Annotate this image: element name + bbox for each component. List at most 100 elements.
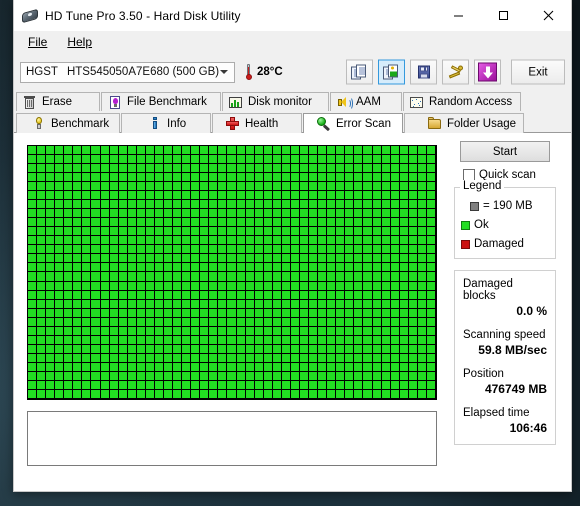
maximize-button[interactable] (481, 0, 526, 31)
menu-help[interactable]: Help (57, 33, 102, 51)
scan-block (163, 173, 174, 183)
scan-block (327, 290, 337, 300)
tab-aam[interactable]: AAM (330, 92, 402, 111)
scan-block (28, 299, 38, 309)
scan-block (82, 281, 92, 291)
scan-block (28, 200, 38, 210)
scan-block (82, 344, 92, 354)
scan-block (46, 371, 56, 381)
tab-erase[interactable]: Erase (16, 92, 100, 111)
scan-block (46, 173, 56, 183)
scan-block (145, 326, 155, 336)
scan-block (417, 191, 427, 201)
tab-file-benchmark[interactable]: File Benchmark (101, 92, 221, 111)
scan-block (426, 218, 436, 228)
scan-block (272, 227, 282, 237)
scan-block (272, 299, 282, 309)
menu-file[interactable]: File (18, 33, 57, 51)
scan-block (345, 191, 355, 201)
scan-block (73, 335, 83, 345)
scan-block (381, 362, 391, 372)
scan-block (127, 254, 137, 264)
scan-block (173, 371, 183, 381)
scan-block (290, 344, 300, 354)
scan-block (263, 281, 273, 291)
scan-block (399, 209, 409, 219)
scan-block (363, 281, 373, 291)
tab-benchmark[interactable]: Benchmark (16, 113, 120, 133)
scan-block (281, 353, 291, 363)
scan-block (127, 155, 137, 165)
scan-block (218, 299, 228, 309)
copy-image-icon (383, 64, 400, 80)
speaker-icon (336, 95, 353, 110)
scan-block (254, 182, 264, 192)
scan-block (209, 353, 219, 363)
scan-block (426, 326, 436, 336)
scan-block (55, 209, 65, 219)
scan-block (399, 389, 409, 399)
scan-block (345, 227, 355, 237)
scan-block (191, 344, 201, 354)
scan-block (254, 245, 264, 255)
scan-block (281, 209, 291, 219)
close-button[interactable] (526, 0, 571, 31)
copy-info-button[interactable] (346, 59, 373, 85)
scan-block (318, 173, 328, 183)
scan-block (363, 290, 373, 300)
scan-block (327, 155, 337, 165)
scan-block (209, 308, 219, 318)
scan-block (272, 317, 282, 327)
scan-block (281, 218, 291, 228)
scan-block (200, 254, 210, 264)
scan-block (272, 164, 282, 174)
tab-random-access[interactable]: Random Access (403, 92, 521, 111)
options-button[interactable] (442, 59, 469, 85)
scan-block (354, 290, 364, 300)
scan-block (209, 335, 219, 345)
scan-block (91, 245, 101, 255)
download-button[interactable] (474, 59, 501, 85)
start-button[interactable]: Start (460, 141, 550, 162)
drive-select-dropdown[interactable]: HGST HTS545050A7E680 (500 GB) (20, 61, 235, 83)
scan-block (363, 308, 373, 318)
scan-block (318, 254, 328, 264)
scan-block (200, 164, 210, 174)
scan-block (290, 218, 300, 228)
scan-block (73, 254, 83, 264)
scan-block (399, 164, 409, 174)
scan-block (91, 308, 101, 318)
scan-block (209, 344, 219, 354)
scan-block (299, 299, 310, 309)
scan-block (28, 317, 38, 327)
scan-block (73, 236, 83, 246)
scan-block (309, 299, 319, 309)
menu-file-label: File (28, 35, 48, 49)
scan-block (73, 227, 83, 237)
copy-screenshot-button[interactable] (378, 59, 405, 85)
scan-block (37, 200, 47, 210)
scan-block (290, 299, 300, 309)
scan-block (345, 371, 355, 381)
tab-folder-usage[interactable]: Folder Usage (404, 113, 524, 133)
scan-block (318, 353, 328, 363)
exit-button[interactable]: Exit (511, 59, 565, 85)
scan-block (417, 182, 427, 192)
tab-health[interactable]: Health (212, 113, 302, 133)
scan-block (408, 218, 418, 228)
scan-block (173, 146, 183, 156)
scan-block (263, 173, 273, 183)
tab-disk-monitor[interactable]: Disk monitor (222, 92, 329, 111)
scan-block (136, 335, 146, 345)
scan-block (290, 362, 300, 372)
scan-block (37, 344, 47, 354)
scan-block (154, 389, 164, 399)
scan-block (281, 308, 291, 318)
scan-block (127, 182, 137, 192)
tab-info[interactable]: Info (121, 113, 211, 133)
minimize-button[interactable] (436, 0, 481, 31)
scan-block (64, 308, 74, 318)
tab-error-scan[interactable]: Error Scan (303, 113, 403, 133)
save-button[interactable] (410, 59, 437, 85)
scan-block (318, 317, 328, 327)
